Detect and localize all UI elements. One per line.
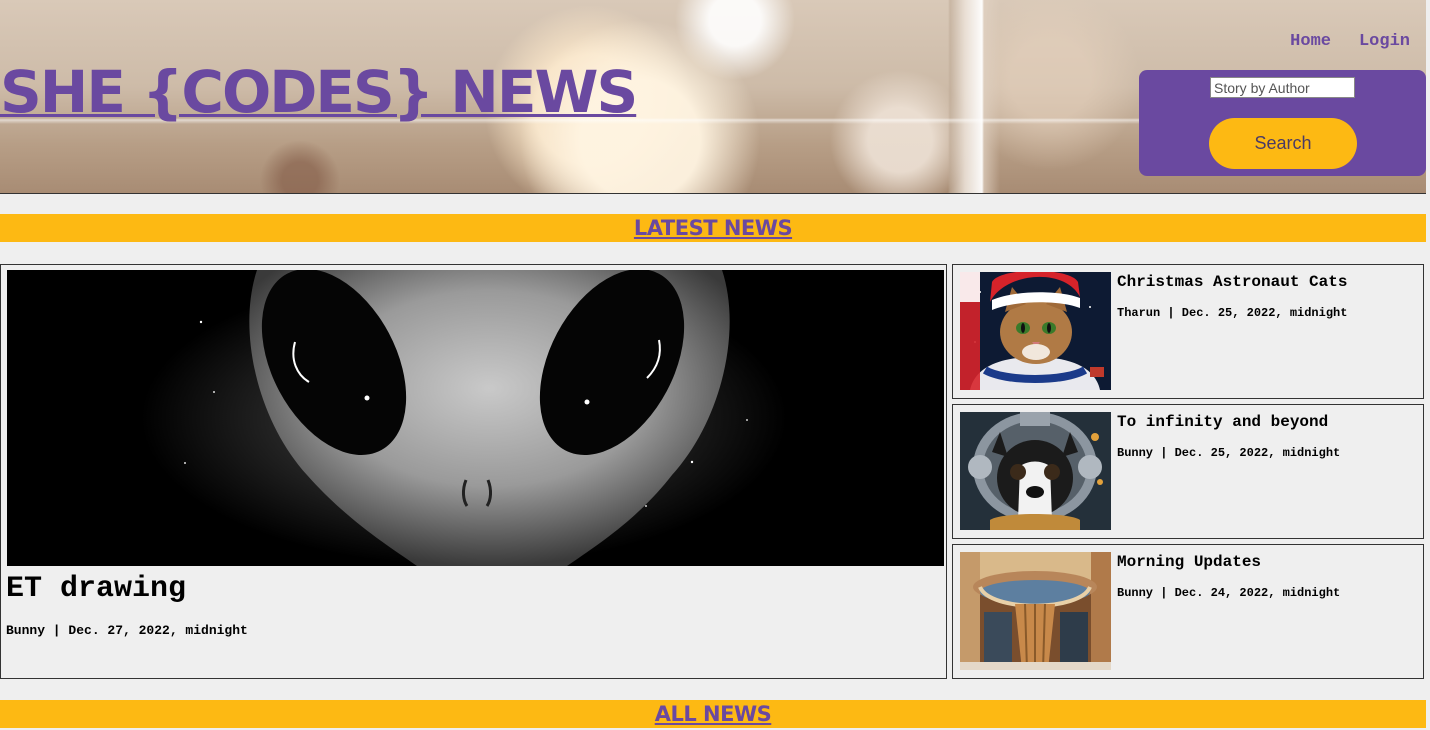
- all-news-heading: ALL NEWS: [654, 702, 772, 726]
- latest-news-heading: LATEST NEWS: [633, 216, 793, 240]
- featured-story-card[interactable]: ET drawing Bunny | Dec. 27, 2022, midnig…: [0, 264, 947, 679]
- alien-face-image: [7, 270, 944, 566]
- alien-face-illustration: [7, 270, 944, 566]
- astronaut-cat-santa-hat-image: [960, 272, 1111, 390]
- side-story-meta: Bunny | Dec. 25, 2022, midnight: [1117, 446, 1341, 460]
- site-title-link[interactable]: SHE {CODES} NEWS: [0, 58, 638, 126]
- all-news-bar: ALL NEWS: [0, 700, 1426, 728]
- search-button[interactable]: Search: [1209, 118, 1357, 169]
- ornate-theater-entrance-image: [960, 552, 1111, 670]
- side-story-title[interactable]: To infinity and beyond: [1117, 413, 1328, 431]
- astronaut-dog-illustration: [960, 412, 1111, 530]
- author-search-input[interactable]: [1210, 77, 1355, 98]
- featured-story-title[interactable]: ET drawing: [6, 572, 186, 606]
- astronaut-dog-helmet-image: [960, 412, 1111, 530]
- ornate-theater-illustration: [960, 552, 1111, 670]
- nav-home-link[interactable]: Home: [1290, 32, 1331, 51]
- featured-story-meta: Bunny | Dec. 27, 2022, midnight: [6, 623, 248, 638]
- side-story-card[interactable]: To infinity and beyond Bunny | Dec. 25, …: [952, 404, 1424, 539]
- side-story-title[interactable]: Morning Updates: [1117, 553, 1261, 571]
- side-story-card[interactable]: Morning Updates Bunny | Dec. 24, 2022, m…: [952, 544, 1424, 679]
- search-form: Search: [1139, 70, 1426, 176]
- side-story-meta: Bunny | Dec. 24, 2022, midnight: [1117, 586, 1341, 600]
- astronaut-cat-illustration: [960, 272, 1111, 390]
- nav-login-link[interactable]: Login: [1359, 32, 1410, 51]
- side-story-meta: Tharun | Dec. 25, 2022, midnight: [1117, 306, 1348, 320]
- top-nav: Home Login: [1290, 32, 1410, 51]
- hero-header: SHE {CODES} NEWS Home Login Search: [0, 0, 1426, 194]
- side-story-title[interactable]: Christmas Astronaut Cats: [1117, 273, 1347, 291]
- side-story-card[interactable]: Christmas Astronaut Cats Tharun | Dec. 2…: [952, 264, 1424, 399]
- latest-news-bar: LATEST NEWS: [0, 214, 1426, 242]
